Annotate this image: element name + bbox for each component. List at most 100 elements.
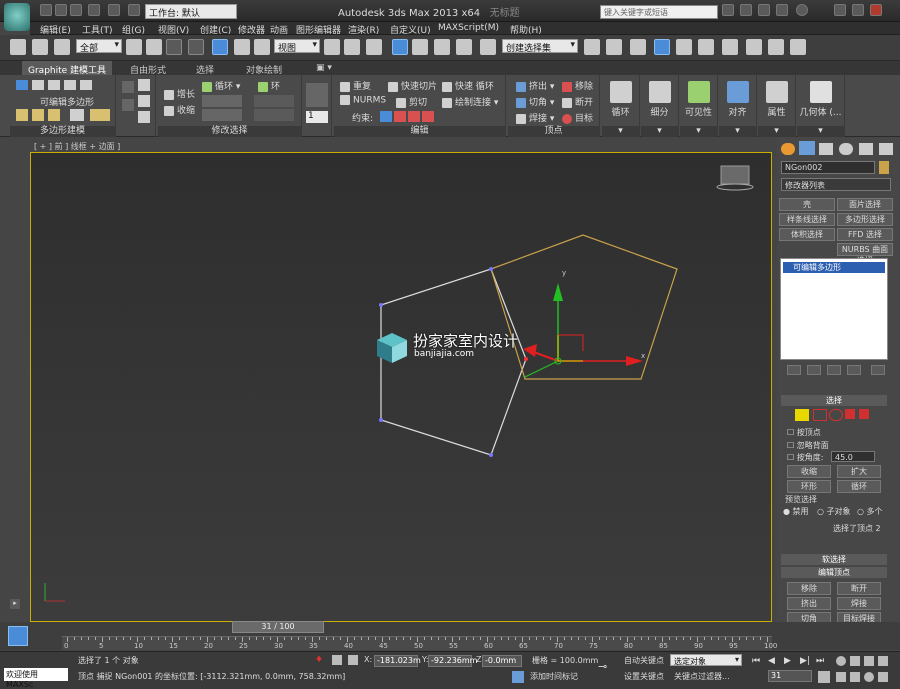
object-color-swatch[interactable] bbox=[879, 161, 889, 174]
quickloop-button[interactable]: 快速 循环 bbox=[442, 79, 494, 92]
vertex-point[interactable] bbox=[379, 303, 383, 307]
value-spinner[interactable]: 1 bbox=[306, 111, 328, 123]
search-input[interactable]: 键入关键字或短语 bbox=[600, 5, 718, 19]
cut-button[interactable]: 剪切 bbox=[396, 95, 427, 108]
aux-icon[interactable] bbox=[122, 81, 134, 93]
loop-tool-icon[interactable] bbox=[202, 109, 242, 121]
target-weld-button[interactable]: 目标 bbox=[562, 111, 593, 124]
rendered-frame-icon[interactable] bbox=[768, 39, 784, 55]
loops-panel-button[interactable]: 循环 ▾ bbox=[602, 75, 640, 137]
vertex-subobject-icon[interactable] bbox=[795, 409, 809, 421]
paint-connect-button[interactable]: 绘制连接 ▾ bbox=[442, 95, 498, 108]
configure-sets-icon[interactable] bbox=[871, 365, 885, 375]
vertices-section-label[interactable]: 顶点 bbox=[508, 126, 599, 137]
link-icon[interactable] bbox=[10, 39, 26, 55]
reference-coord-dropdown[interactable]: 视图 bbox=[274, 39, 320, 54]
poly-select-button[interactable]: 多边形选择 bbox=[837, 213, 893, 226]
fov-icon[interactable] bbox=[836, 672, 846, 682]
show-end-result-icon[interactable] bbox=[807, 365, 821, 375]
angle-snap-icon[interactable] bbox=[412, 39, 428, 55]
display-tab-icon[interactable] bbox=[859, 143, 873, 155]
key-icon[interactable]: ⊸ bbox=[598, 660, 614, 674]
ring-button[interactable]: 环形 bbox=[787, 480, 831, 493]
aux-icon[interactable] bbox=[138, 95, 150, 107]
ngon002-shape[interactable] bbox=[490, 234, 678, 380]
orbit-icon[interactable] bbox=[864, 672, 874, 682]
tab-object-paint[interactable]: 对象绘制 bbox=[240, 61, 288, 76]
patch-select-button[interactable]: 面片选择 bbox=[837, 198, 893, 211]
element-subobject-icon[interactable] bbox=[859, 409, 869, 419]
break-button[interactable]: 断开 bbox=[562, 95, 593, 108]
loop-button[interactable]: 循环 bbox=[837, 480, 881, 493]
snaps-toggle-icon[interactable] bbox=[392, 39, 408, 55]
schematic-view-icon[interactable] bbox=[698, 39, 714, 55]
render-setup-icon[interactable] bbox=[746, 39, 762, 55]
weld-button[interactable]: 焊接 ▾ bbox=[516, 111, 554, 124]
grow-button[interactable]: 增长 bbox=[164, 87, 195, 100]
goto-start-icon[interactable]: ⏮ bbox=[752, 656, 760, 666]
open-file-icon[interactable] bbox=[55, 4, 67, 16]
shrink-button[interactable]: 收缩 bbox=[164, 103, 195, 116]
vertex-point[interactable] bbox=[489, 453, 493, 457]
current-frame-field[interactable]: 31 bbox=[768, 670, 812, 682]
vertex-point[interactable] bbox=[379, 418, 383, 422]
stack-item-editable-poly[interactable]: 可编辑多边形 bbox=[783, 262, 885, 273]
zoom-extents-all-icon[interactable] bbox=[878, 656, 888, 666]
material-editor-icon[interactable] bbox=[722, 39, 738, 55]
workspace-dropdown[interactable]: 工作台: 默认 bbox=[145, 4, 237, 19]
next-frame-icon[interactable]: ▶| bbox=[800, 656, 810, 666]
window-crossing-icon[interactable] bbox=[188, 39, 204, 55]
graphite-toggle-icon[interactable] bbox=[654, 39, 670, 55]
help-icon[interactable] bbox=[796, 4, 808, 16]
new-file-icon[interactable] bbox=[40, 4, 52, 16]
modify-selection-label[interactable]: 修改选择 bbox=[158, 126, 301, 137]
key-mode-dropdown[interactable]: 选定对象 bbox=[670, 654, 742, 666]
named-selection-dropdown[interactable]: 创建选择集 bbox=[502, 39, 578, 54]
add-time-tag-button[interactable]: 添加时间标记 bbox=[528, 670, 580, 683]
ring-tool-icon[interactable] bbox=[254, 109, 294, 121]
tab-selection[interactable]: 选择 bbox=[190, 61, 220, 76]
edit-section-label[interactable]: 编辑 bbox=[334, 126, 505, 137]
stack-tool-icon[interactable] bbox=[32, 109, 44, 121]
rotate-icon[interactable] bbox=[234, 39, 250, 55]
play-icon[interactable]: ▶ bbox=[784, 656, 791, 666]
set-key-button[interactable]: 设置关键点 bbox=[622, 670, 666, 683]
aux-icon[interactable] bbox=[122, 99, 134, 111]
aux-icon[interactable] bbox=[138, 79, 150, 91]
motion-tab-icon[interactable] bbox=[839, 143, 853, 155]
spinner-snap-icon[interactable] bbox=[456, 39, 472, 55]
aux-icon[interactable] bbox=[138, 111, 150, 123]
preview-disabled-radio[interactable]: ● 禁用 bbox=[783, 506, 809, 517]
ring-tool-icon[interactable] bbox=[254, 95, 294, 107]
move-icon[interactable] bbox=[212, 39, 228, 55]
y-coordinate-field[interactable]: -92.236mm bbox=[428, 655, 477, 667]
shell-button[interactable]: 壳 bbox=[779, 198, 835, 211]
tab-freeform[interactable]: 自由形式 bbox=[124, 61, 172, 76]
constraint-normal-icon[interactable] bbox=[422, 111, 434, 122]
stack-tool-icon[interactable] bbox=[90, 109, 110, 121]
absolute-mode-icon[interactable] bbox=[348, 655, 358, 665]
scene-explorer-icon[interactable]: ▸ bbox=[10, 599, 20, 609]
visibility-panel-button[interactable]: 可见性 ▾ bbox=[680, 75, 718, 137]
poly-modeling-label[interactable]: 多边形建模 bbox=[10, 126, 115, 137]
vol-select-button[interactable]: 体积选择 bbox=[779, 228, 835, 241]
save-file-icon[interactable] bbox=[70, 4, 82, 16]
zoom-icon[interactable] bbox=[836, 656, 846, 666]
element-mode-icon[interactable] bbox=[80, 80, 92, 90]
unlink-icon[interactable] bbox=[32, 39, 48, 55]
keyboard-shortcut-icon[interactable] bbox=[366, 39, 382, 55]
pin-stack-icon[interactable] bbox=[787, 365, 801, 375]
align-panel-button[interactable]: 对齐 ▾ bbox=[719, 75, 757, 137]
poly-mode-icon[interactable] bbox=[64, 80, 76, 90]
subdivision-panel-button[interactable]: 细分 ▾ bbox=[641, 75, 679, 137]
object-name-field[interactable]: NGon002 bbox=[781, 161, 875, 174]
ffd-select-button[interactable]: FFD 选择 bbox=[837, 228, 893, 241]
constraint-face-icon[interactable] bbox=[408, 111, 420, 122]
viewcube-icon[interactable] bbox=[716, 165, 754, 191]
value-dropdown[interactable] bbox=[306, 95, 328, 107]
vertex-mode-icon[interactable] bbox=[16, 80, 28, 90]
shrink-button[interactable]: 收缩 bbox=[787, 465, 831, 478]
remove-modifier-icon[interactable] bbox=[847, 365, 861, 375]
vertex-point[interactable] bbox=[524, 357, 528, 361]
community-icon[interactable] bbox=[776, 4, 788, 16]
